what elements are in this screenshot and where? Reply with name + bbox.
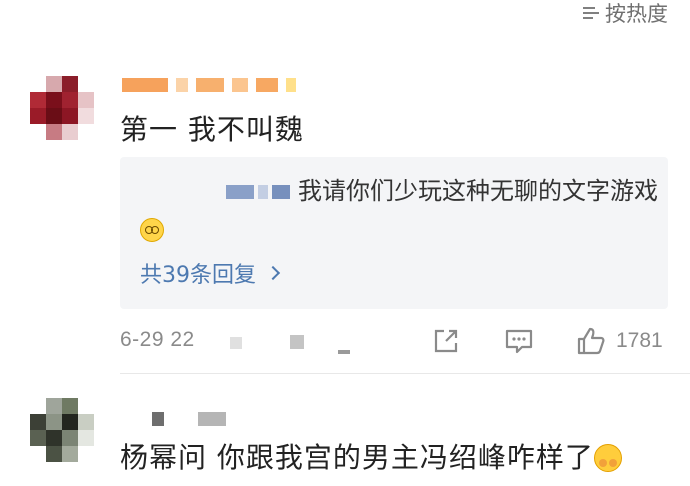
comment-meta: 6-29 22 1781 (120, 326, 668, 356)
redacted-meta (290, 335, 304, 349)
view-all-replies-link[interactable]: 共39条回复 (140, 257, 281, 289)
reply-text: 我请你们少玩这种无聊的文字游戏 (140, 171, 660, 251)
sort-icon (583, 5, 601, 21)
reply-button[interactable] (504, 326, 534, 356)
comment-icon (505, 329, 533, 354)
comment-divider (120, 373, 690, 374)
comment-text: 第一 我不叫魏 (120, 113, 304, 146)
timestamp: 6-29 22 (120, 328, 195, 351)
redacted-meta (338, 350, 350, 354)
reply-preview[interactable]: 我请你们少玩这种无聊的文字游戏 共39条回复 (120, 157, 668, 309)
more-replies-label: 共39条回复 (140, 263, 256, 288)
chevron-right-icon (265, 265, 281, 281)
hugging-face-emoji (593, 444, 622, 472)
like-icon (577, 327, 605, 355)
sort-by-hot-toggle[interactable]: 按热度 (583, 0, 668, 26)
username[interactable] (152, 411, 226, 427)
like-button[interactable]: 1781 (576, 326, 663, 356)
comment-text: 杨幂问 你跟我宫的男主冯绍峰咋样了 (120, 436, 622, 476)
redacted-meta (230, 337, 242, 349)
dizzy-face-emoji (140, 218, 164, 242)
avatar[interactable] (30, 398, 94, 462)
username[interactable] (122, 77, 296, 93)
avatar[interactable] (30, 76, 94, 140)
sort-label: 按热度 (605, 2, 668, 26)
share-icon (434, 329, 458, 353)
like-count: 1781 (616, 329, 663, 352)
share-button[interactable] (432, 326, 460, 356)
